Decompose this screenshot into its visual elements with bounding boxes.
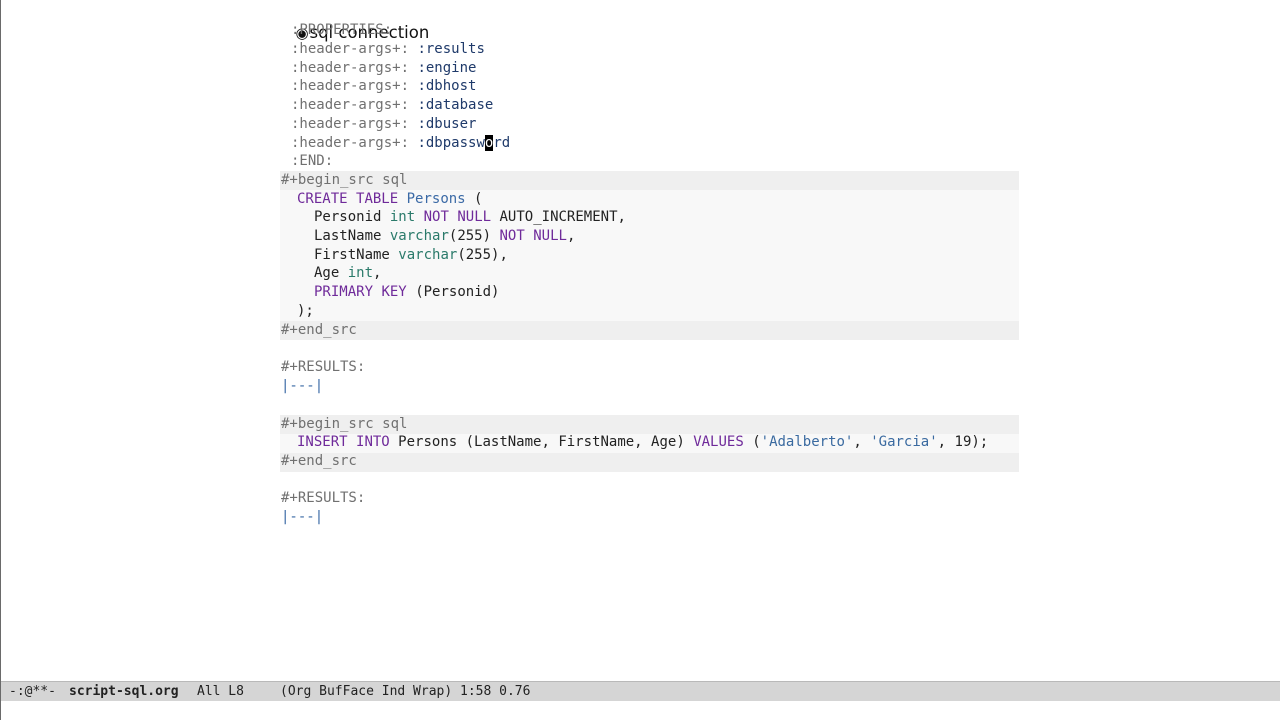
editor-buffer[interactable]: ◉sql connection :PROPERTIES: :header-arg…: [1, 0, 1280, 680]
begin-src-line: #+begin_src sql: [281, 172, 408, 188]
code-line: INSERT INTO Persons (LastName, FirstName…: [297, 434, 989, 450]
property-row: :header-args+: :engine: [291, 59, 476, 78]
property-key: :header-args+:: [291, 41, 410, 57]
emacs-frame: ◉sql connection :PROPERTIES: :header-arg…: [0, 0, 1280, 720]
property-value: :engine: [417, 60, 477, 76]
end-src-band-2: [280, 453, 1019, 472]
code-line: Age int,: [314, 265, 382, 281]
code-line: CREATE TABLE Persons (: [297, 191, 483, 207]
property-key: :header-args+:: [291, 135, 410, 151]
property-key: :header-args+:: [291, 97, 410, 113]
end-src-line: #+end_src: [281, 322, 357, 338]
property-value: :database: [417, 97, 494, 113]
end-src-band: [280, 321, 1019, 340]
mode-line[interactable]: -:@**- script-sql.org All L8 (Org BufFac…: [1, 681, 1280, 701]
code-line: LastName varchar(255) NOT NULL,: [314, 228, 576, 244]
property-key: :header-args+:: [291, 78, 410, 94]
property-row: :header-args+: :database: [291, 96, 493, 115]
property-row: :header-args+: :dbpassword: [291, 134, 510, 153]
end-src-line: #+end_src: [281, 453, 357, 469]
property-value: :results: [417, 41, 485, 57]
property-key: :header-args+:: [291, 116, 410, 132]
results-label: #+RESULTS:: [281, 490, 366, 506]
property-row: :header-args+: :dbhost: [291, 77, 476, 96]
property-row: :header-args+: :dbuser: [291, 115, 476, 134]
buffer-position: All L8: [197, 684, 244, 699]
buffer-name[interactable]: script-sql.org: [69, 682, 179, 701]
code-line: );: [297, 303, 314, 319]
major-minor-modes[interactable]: (Org BufFace Ind Wrap) 1:58 0.76: [280, 682, 530, 701]
results-table[interactable]: |---|: [281, 377, 323, 396]
code-line: PRIMARY KEY (Personid): [314, 284, 500, 300]
property-row: :header-args+: :results: [291, 40, 485, 59]
properties-open: :PROPERTIES:: [291, 22, 393, 38]
minibuffer[interactable]: [1, 701, 1280, 720]
property-value: :dbpassword: [417, 135, 511, 151]
property-key: :header-args+:: [291, 60, 410, 76]
code-line: Personid int NOT NULL AUTO_INCREMENT,: [314, 209, 626, 225]
org-heading[interactable]: ◉sql connection: [264, 0, 429, 42]
properties-end: :END:: [291, 153, 334, 169]
property-value: :dbuser: [417, 116, 477, 132]
property-value: :dbhost: [417, 78, 477, 94]
code-line: FirstName varchar(255),: [314, 247, 508, 263]
buffer-status: -:@**-: [9, 684, 56, 699]
results-table[interactable]: |---|: [281, 508, 323, 527]
begin-src-line: #+begin_src sql: [281, 416, 408, 432]
results-label: #+RESULTS:: [281, 359, 366, 375]
